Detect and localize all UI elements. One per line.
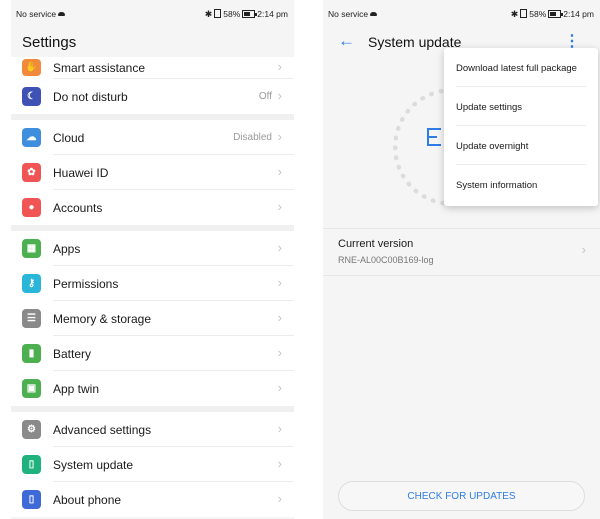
status-time: 2:14 pm <box>257 9 288 19</box>
settings-item-value: Disabled <box>233 132 272 143</box>
settings-item-label: Apps <box>53 242 81 256</box>
settings-item-value: Off <box>258 91 272 102</box>
emui-logo-icon <box>427 128 441 146</box>
settings-screen: No service ✱ 58% 2:14 pm Settings ✋ Smart … <box>11 0 294 519</box>
chevron-right-icon: › <box>277 421 282 436</box>
menu-item-label: Update settings <box>456 102 523 113</box>
battery-icon: ▮ <box>22 344 41 363</box>
status-carrier: No service <box>328 9 369 19</box>
menu-item-update-overnight[interactable]: Update overnight <box>444 126 598 165</box>
back-arrow-icon[interactable]: ← <box>338 31 355 51</box>
check-for-updates-button[interactable]: CHECK FOR UPDATES <box>338 481 585 511</box>
settings-item-label: App twin <box>53 382 100 396</box>
bluetooth-icon: ✱ <box>204 9 213 19</box>
settings-item-permissions[interactable]: ⚷ Permissions › <box>11 266 294 301</box>
hand-icon: ✋ <box>22 59 41 76</box>
settings-item-label: About phone <box>53 493 122 507</box>
huawei-icon: ✿ <box>22 163 41 182</box>
screenshot-root: No service ✱ 58% 2:14 pm Settings ✋ Smart … <box>0 0 600 519</box>
status-right: ✱ 58% 2:14 pm <box>205 9 288 20</box>
settings-list: ✋ Smart assistance › ☾ Do not disturb Of… <box>11 57 294 517</box>
bluetooth-icon: ✱ <box>510 9 519 19</box>
settings-item-label: Huawei ID <box>53 166 109 180</box>
chevron-right-icon: › <box>277 164 282 179</box>
menu-item-system-information[interactable]: System information <box>444 165 598 204</box>
cloud-status-icon <box>370 12 378 16</box>
chevron-right-icon: › <box>581 242 586 257</box>
chevron-right-icon: › <box>277 129 282 144</box>
chevron-right-icon: › <box>277 88 282 103</box>
storage-icon: ☰ <box>22 309 41 328</box>
chevron-right-icon: › <box>277 59 282 74</box>
chevron-right-icon: › <box>277 345 282 360</box>
status-right: ✱ 58% 2:14 pm <box>511 9 594 20</box>
settings-item-label: System update <box>53 458 134 472</box>
menu-item-label: System information <box>456 180 538 191</box>
settings-item-label: Cloud <box>53 131 85 145</box>
chevron-right-icon: › <box>277 456 282 471</box>
status-left: No service <box>328 9 378 19</box>
settings-item-huawei-id[interactable]: ✿ Huawei ID › <box>11 155 294 190</box>
settings-item-apps[interactable]: ▦ Apps › <box>11 231 294 266</box>
status-carrier: No service <box>16 9 57 19</box>
cloud-status-icon <box>58 12 66 16</box>
settings-item-cloud[interactable]: ☁ Cloud Disabled › <box>11 120 294 155</box>
key-icon: ⚷ <box>22 274 41 293</box>
status-bar: No service ✱ 58% 2:14 pm <box>323 0 600 24</box>
battery-percent: 58% <box>529 9 547 19</box>
status-bar: No service ✱ 58% 2:14 pm <box>11 0 294 24</box>
menu-item-update-settings[interactable]: Update settings <box>444 87 598 126</box>
battery-status-icon <box>548 10 564 18</box>
chevron-right-icon: › <box>277 275 282 290</box>
chevron-right-icon: › <box>277 199 282 214</box>
settings-item-label: Advanced settings <box>53 423 152 437</box>
chevron-right-icon: › <box>277 310 282 325</box>
system-update-screen: No service ✱ 58% 2:14 pm ← System update ⋮… <box>323 0 600 519</box>
version-value: RNE-AL00C00B169-log <box>338 255 434 265</box>
menu-item-download-full-package[interactable]: Download latest full package <box>444 48 598 87</box>
page-title: Settings <box>22 34 77 51</box>
phone-icon: ▯ <box>22 490 41 509</box>
settings-item-accounts[interactable]: ● Accounts › <box>11 190 294 225</box>
current-version-row[interactable]: Current version RNE-AL00C00B169-log › <box>323 228 600 276</box>
status-time: 2:14 pm <box>563 9 594 19</box>
settings-item-label: Accounts <box>53 201 103 215</box>
app-twin-icon: ▣ <box>22 379 41 398</box>
chevron-right-icon: › <box>277 380 282 395</box>
chevron-right-icon: › <box>277 491 282 506</box>
system-update-icon: ▯ <box>22 455 41 474</box>
menu-item-label: Update overnight <box>456 141 529 152</box>
settings-item-smart-assistance[interactable]: ✋ Smart assistance › <box>11 57 294 79</box>
settings-item-label: Do not disturb <box>53 90 128 104</box>
settings-item-app-twin[interactable]: ▣ App twin › <box>11 371 294 406</box>
apps-grid-icon: ▦ <box>22 239 41 258</box>
settings-item-about-phone[interactable]: ▯ About phone › <box>11 482 294 517</box>
settings-item-battery[interactable]: ▮ Battery › <box>11 336 294 371</box>
gear-icon: ⚙ <box>22 420 41 439</box>
settings-item-label: Permissions <box>53 277 119 291</box>
settings-item-label: Battery <box>53 347 92 361</box>
overflow-menu: Download latest full package Update sett… <box>444 48 598 206</box>
settings-item-label: Memory & storage <box>53 312 152 326</box>
battery-percent: 58% <box>223 9 241 19</box>
battery-status-icon <box>242 10 258 18</box>
person-icon: ● <box>22 198 41 217</box>
sim-icon <box>520 9 528 18</box>
settings-item-advanced-settings[interactable]: ⚙ Advanced settings › <box>11 412 294 447</box>
settings-item-label: Smart assistance <box>53 61 146 75</box>
status-left: No service <box>16 9 66 19</box>
version-heading: Current version <box>338 238 414 250</box>
moon-icon: ☾ <box>22 87 41 106</box>
settings-item-system-update[interactable]: ▯ System update › <box>11 447 294 482</box>
sim-icon <box>214 9 222 18</box>
chevron-right-icon: › <box>277 240 282 255</box>
cloud-icon: ☁ <box>22 128 41 147</box>
menu-item-label: Download latest full package <box>456 63 577 74</box>
settings-item-do-not-disturb[interactable]: ☾ Do not disturb Off › <box>11 79 294 114</box>
settings-item-memory-storage[interactable]: ☰ Memory & storage › <box>11 301 294 336</box>
